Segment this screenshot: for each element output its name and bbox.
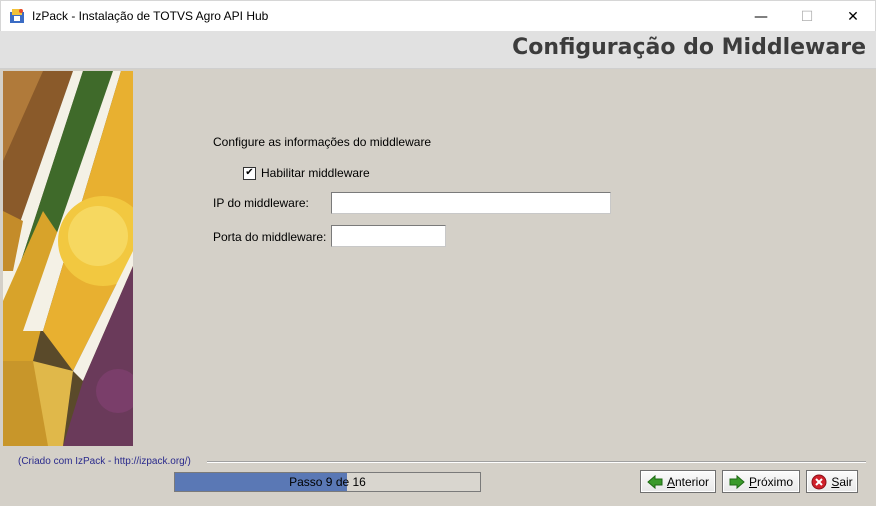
port-middleware-input[interactable] (331, 225, 446, 247)
ip-field-label: IP do middleware: (213, 196, 309, 210)
side-banner-image (3, 71, 133, 446)
previous-button-label: Anterior (666, 474, 710, 489)
progress-text: Passo 9 de 16 (289, 475, 366, 489)
port-field-label: Porta do middleware: (213, 230, 327, 244)
quit-button-label: Sair (831, 474, 853, 489)
arrow-left-icon (647, 474, 663, 489)
header-band: Configuração do Middleware (0, 31, 876, 69)
next-button-label: Próximo (748, 474, 794, 489)
enable-middleware-row[interactable]: ✔ Habilitar middleware (243, 166, 370, 180)
title-bar: IzPack - Instalação de TOTVS Agro API Hu… (0, 0, 876, 31)
minimize-button[interactable]: — (738, 1, 784, 32)
arrow-right-icon (729, 474, 745, 489)
window-title: IzPack - Instalação de TOTVS Agro API Hu… (32, 9, 269, 23)
close-circle-icon (811, 474, 827, 489)
close-button[interactable]: ✕ (830, 1, 876, 32)
checkmark-icon: ✔ (245, 167, 254, 178)
form-heading: Configure as informações do middleware (213, 135, 432, 149)
enable-middleware-checkbox[interactable]: ✔ (243, 166, 256, 180)
page-title: Configuração do Middleware (512, 35, 866, 60)
izpack-credit-text: (Criado com IzPack - http://izpack.org/) (18, 456, 191, 467)
step-progress-bar: Passo 9 de 16 (174, 472, 481, 492)
footer-separator (207, 461, 866, 463)
maximize-button[interactable]: ☐ (784, 1, 830, 32)
enable-middleware-label[interactable]: Habilitar middleware (261, 166, 370, 180)
quit-button[interactable]: Sair (806, 470, 858, 493)
next-button[interactable]: Próximo (722, 470, 800, 493)
previous-button[interactable]: Anterior (640, 470, 716, 493)
ip-middleware-input[interactable] (331, 192, 611, 214)
izpack-app-icon (10, 9, 24, 23)
